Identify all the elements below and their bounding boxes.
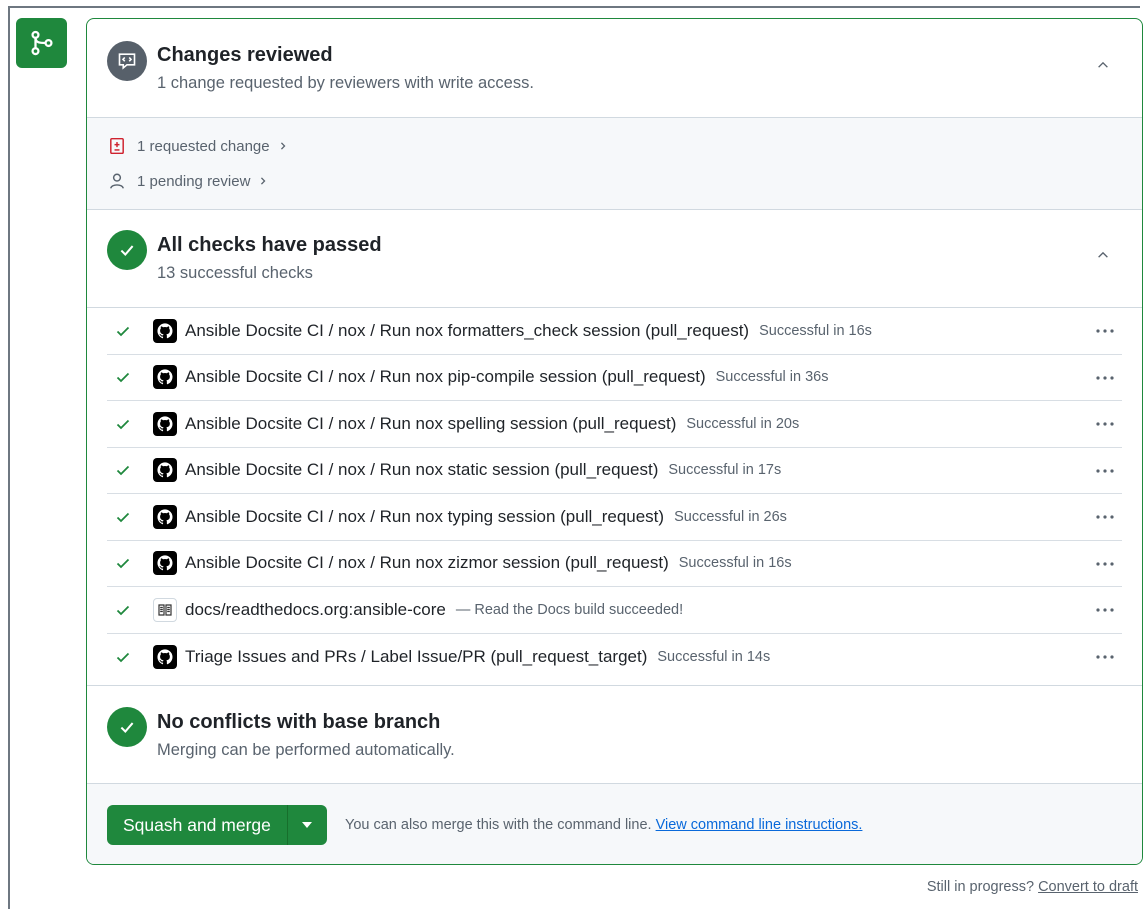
check-icon xyxy=(115,416,137,432)
review-details-panel: 1 requested change 1 pending review xyxy=(87,117,1142,210)
check-name: Ansible Docsite CI / nox / Run nox zizmo… xyxy=(185,553,669,573)
kebab-horizontal-icon[interactable] xyxy=(1090,646,1120,668)
check-row[interactable]: Ansible Docsite CI / nox / Run nox zizmo… xyxy=(107,541,1122,587)
chevron-right-icon xyxy=(278,141,288,151)
check-name: Ansible Docsite CI / nox / Run nox typin… xyxy=(185,506,665,526)
check-icon xyxy=(115,369,137,385)
check-status: Successful in 16s xyxy=(759,322,872,339)
check-name: Triage Issues and PRs / Label Issue/PR (… xyxy=(185,646,648,666)
squash-and-merge-button[interactable]: Squash and merge xyxy=(107,805,287,845)
check-icon xyxy=(115,509,137,525)
check-name: Ansible Docsite CI / nox / Run nox pip-c… xyxy=(185,367,706,387)
check-icon xyxy=(115,462,137,478)
conflicts-subtitle: Merging can be performed automatically. xyxy=(157,741,455,759)
kebab-horizontal-icon[interactable] xyxy=(1090,413,1120,435)
requested-change-link[interactable]: 1 requested change xyxy=(107,136,288,156)
frame-left-border xyxy=(8,6,10,909)
check-status: — Read the Docs build succeeded! xyxy=(455,601,684,618)
check-name: Ansible Docsite CI / nox / Run nox forma… xyxy=(185,320,750,340)
file-diff-icon xyxy=(107,136,127,156)
check-status: Successful in 36s xyxy=(715,369,829,386)
check-row[interactable]: Ansible Docsite CI / nox / Run nox stati… xyxy=(107,448,1122,494)
pending-review-label: 1 pending review xyxy=(137,172,251,190)
checks-title: All checks have passed xyxy=(157,234,382,256)
github-icon xyxy=(153,458,177,483)
check-icon xyxy=(115,323,137,339)
convert-to-draft-link[interactable]: Convert to draft xyxy=(1038,879,1138,895)
pending-review-link[interactable]: 1 pending review xyxy=(107,171,268,191)
checks-status-check-icon xyxy=(107,230,147,270)
github-icon xyxy=(153,551,177,576)
chevron-right-icon xyxy=(258,176,268,186)
check-name: Ansible Docsite CI / nox / Run nox stati… xyxy=(185,460,659,480)
person-icon xyxy=(107,171,127,191)
readthedocs-icon xyxy=(153,597,177,622)
conflicts-status-check-icon xyxy=(107,707,147,747)
github-icon xyxy=(153,644,177,669)
check-row[interactable]: Ansible Docsite CI / nox / Run nox pip-c… xyxy=(107,355,1122,401)
check-row[interactable]: Ansible Docsite CI / nox / Run nox typin… xyxy=(107,494,1122,541)
requested-change-label: 1 requested change xyxy=(137,137,270,155)
draft-footer: Still in progress? Convert to draft xyxy=(927,879,1138,895)
review-status-icon xyxy=(107,41,147,81)
check-row[interactable]: Triage Issues and PRs / Label Issue/PR (… xyxy=(107,634,1122,681)
kebab-horizontal-icon[interactable] xyxy=(1090,320,1120,342)
check-icon xyxy=(115,602,137,618)
github-icon xyxy=(153,365,177,390)
github-icon xyxy=(153,411,177,436)
view-command-line-instructions-link[interactable]: View command line instructions. xyxy=(656,817,863,833)
check-row[interactable]: docs/readthedocs.org:ansible-core — Read… xyxy=(107,587,1122,634)
kebab-horizontal-icon[interactable] xyxy=(1090,367,1120,389)
kebab-horizontal-icon[interactable] xyxy=(1090,553,1120,575)
footer-text: Still in progress? xyxy=(926,879,1035,895)
check-status: Successful in 16s xyxy=(678,555,792,572)
check-status: Successful in 17s xyxy=(668,462,782,479)
checks-list: Ansible Docsite CI / nox / Run nox forma… xyxy=(87,307,1142,685)
check-status: Successful in 26s xyxy=(674,508,787,525)
review-subtitle: 1 change requested by reviewers with wri… xyxy=(157,74,534,92)
conflicts-title: No conflicts with base branch xyxy=(157,711,441,733)
merge-note-text: You can also merge this with the command… xyxy=(345,817,652,833)
check-status: Successful in 14s xyxy=(657,648,771,665)
merge-options-caret-down-icon[interactable] xyxy=(286,805,327,845)
collapse-reviews-chevron-up-icon[interactable] xyxy=(1094,56,1112,74)
check-row[interactable]: Ansible Docsite CI / nox / Run nox forma… xyxy=(107,308,1122,355)
merge-action-bar: Squash and merge You can also merge this… xyxy=(87,783,1142,864)
check-status: Successful in 20s xyxy=(686,415,800,432)
kebab-horizontal-icon[interactable] xyxy=(1090,460,1120,482)
kebab-horizontal-icon[interactable] xyxy=(1090,599,1120,621)
kebab-horizontal-icon[interactable] xyxy=(1090,506,1120,528)
section-divider xyxy=(87,685,1142,686)
check-icon xyxy=(115,555,137,571)
checks-subtitle: 13 successful checks xyxy=(157,264,313,282)
collapse-checks-chevron-up-icon[interactable] xyxy=(1094,246,1112,264)
merge-box: Changes reviewed 1 change requested by r… xyxy=(86,18,1143,865)
github-icon xyxy=(153,318,177,343)
review-title: Changes reviewed xyxy=(157,44,333,66)
merge-button-group: Squash and merge xyxy=(107,805,327,845)
frame-top-border xyxy=(8,6,1140,8)
check-icon xyxy=(115,649,137,665)
merge-command-line-note: You can also merge this with the command… xyxy=(345,817,862,833)
github-icon xyxy=(153,504,177,529)
check-row[interactable]: Ansible Docsite CI / nox / Run nox spell… xyxy=(107,401,1122,448)
check-name: Ansible Docsite CI / nox / Run nox spell… xyxy=(185,413,677,433)
check-name: docs/readthedocs.org:ansible-core xyxy=(185,599,446,619)
git-merge-icon xyxy=(16,18,67,68)
